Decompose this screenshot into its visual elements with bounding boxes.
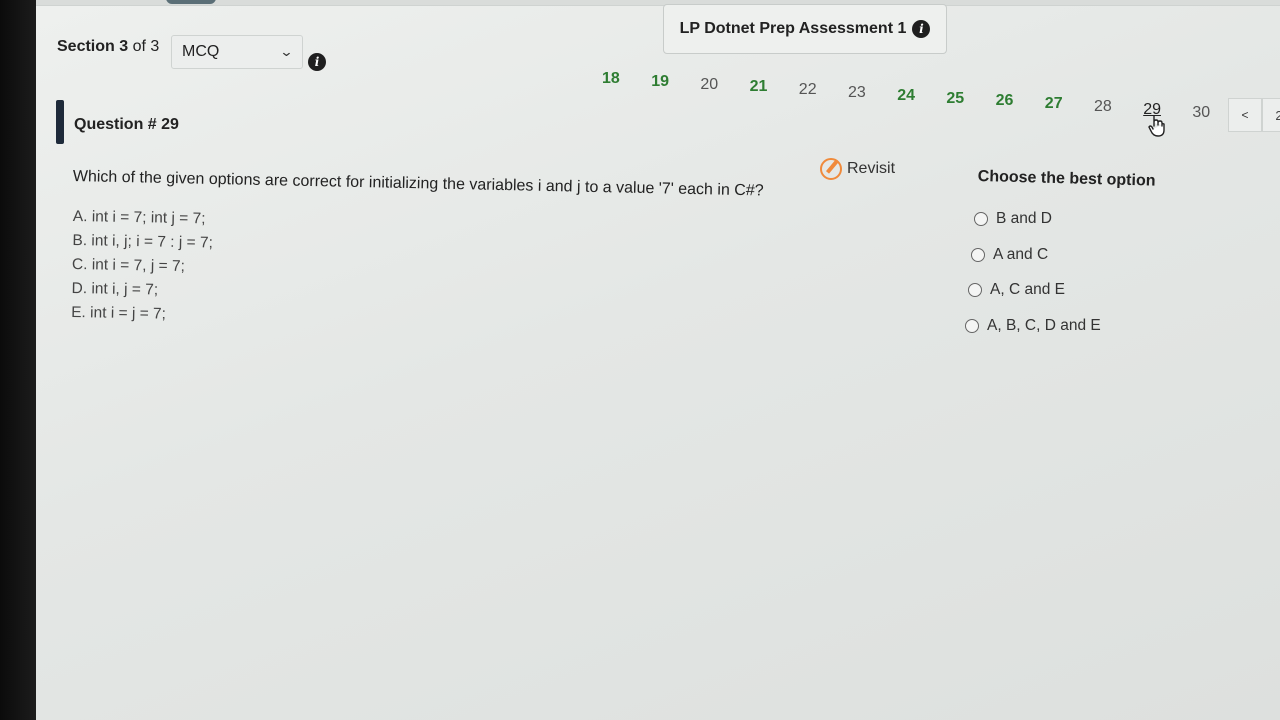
top-divider	[36, 0, 1280, 6]
radio-button[interactable]	[974, 212, 988, 226]
assessment-screen: LP Dotnet Prep Assessment 1 i Section 3 …	[36, 0, 1280, 720]
monitor-bezel	[0, 0, 36, 720]
pager-page-30[interactable]: 30	[1192, 104, 1210, 122]
revisit-label: Revisit	[847, 160, 896, 177]
pager-page-22[interactable]: 22	[799, 81, 817, 99]
pager-page-21[interactable]: 21	[750, 78, 768, 96]
answer-choice[interactable]: A, B, C, D and E	[965, 317, 1101, 335]
radio-button[interactable]	[968, 283, 982, 297]
question-options-list: A. int i = 7; int j = 7; B. int i, j; i =…	[71, 208, 214, 330]
section-total: of 3	[132, 38, 160, 55]
pager-next-page[interactable]: 2	[1262, 98, 1280, 132]
revisit-button[interactable]: Revisit	[820, 158, 895, 180]
answer-choice-label: A, C and E	[990, 281, 1065, 298]
question-option: B. int i, j; i = 7 : j = 7;	[72, 231, 213, 252]
radio-button[interactable]	[971, 247, 985, 262]
answer-choice[interactable]: B and D	[974, 210, 1052, 228]
question-option: D. int i, j = 7;	[71, 279, 159, 299]
question-pager: < 2 18 19 20 21 22 23 24 25 26 27 28 29 30	[596, 70, 1280, 132]
pager-page-28[interactable]: 28	[1094, 98, 1112, 116]
section-prefix: Section	[57, 38, 115, 55]
answer-choice-label: B and D	[996, 210, 1053, 227]
pager-prev-button[interactable]: <	[1228, 98, 1262, 132]
section-current: 3	[119, 38, 129, 55]
pager-page-20[interactable]: 20	[700, 76, 718, 94]
pager-page-27[interactable]: 27	[1045, 95, 1063, 113]
answer-choice[interactable]: A, C and E	[968, 281, 1065, 299]
radio-button[interactable]	[965, 318, 979, 333]
pager-page-19[interactable]: 19	[651, 73, 669, 91]
section-indicator: Section 3 of 3	[57, 38, 159, 56]
pager-page-26[interactable]: 26	[996, 92, 1014, 110]
section-type-select[interactable]: MCQ ⌄	[171, 35, 303, 69]
pager-page-24[interactable]: 24	[897, 87, 915, 105]
question-option: A. int i = 7; int j = 7;	[72, 208, 206, 228]
assessment-title: LP Dotnet Prep Assessment 1	[679, 20, 907, 37]
info-icon[interactable]: i	[912, 20, 931, 38]
section-type-value: MCQ	[182, 43, 220, 60]
question-text: Which of the given options are correct f…	[72, 168, 764, 200]
pager-page-23[interactable]: 23	[848, 84, 866, 102]
answer-heading: Choose the best option	[977, 168, 1156, 190]
logo	[166, 0, 216, 4]
answer-choice-label: A, B, C, D and E	[987, 316, 1101, 334]
section-info-icon[interactable]: i	[308, 53, 326, 71]
question-title: Question # 29	[74, 116, 179, 133]
question-option: C. int i = 7, j = 7;	[71, 255, 186, 275]
answer-choice-label: A and C	[993, 245, 1049, 263]
revisit-icon	[820, 158, 842, 180]
question-option: E. int i = j = 7;	[71, 303, 167, 323]
pager-page-25[interactable]: 25	[946, 90, 964, 108]
chevron-down-icon: ⌄	[279, 44, 294, 59]
hand-cursor-icon	[1148, 115, 1165, 137]
pager-page-18[interactable]: 18	[602, 70, 620, 88]
assessment-title-box: LP Dotnet Prep Assessment 1 i	[663, 4, 947, 54]
answer-choice[interactable]: A and C	[971, 246, 1048, 264]
question-marker	[56, 100, 64, 144]
